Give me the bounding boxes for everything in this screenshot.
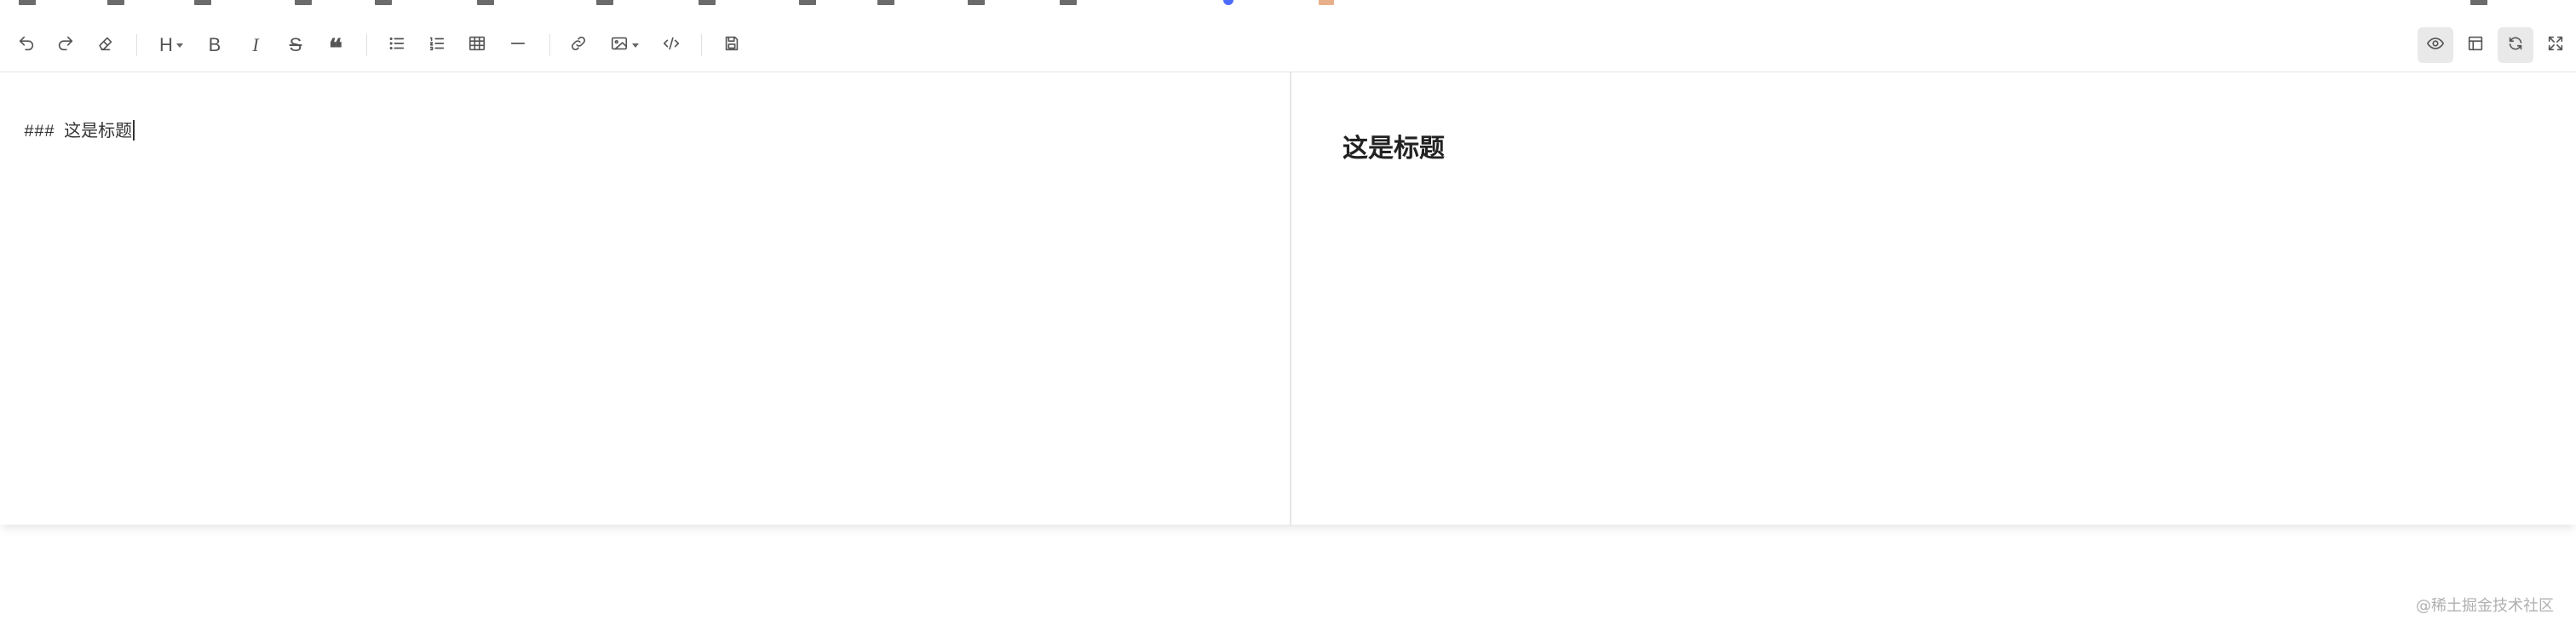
source-line[interactable]: ### 这是标题 bbox=[24, 117, 135, 142]
undo-button[interactable] bbox=[9, 27, 44, 63]
strikethrough-icon: S bbox=[289, 34, 302, 55]
unordered-list-icon bbox=[388, 34, 406, 57]
quote-button[interactable]: ❝ bbox=[318, 27, 354, 63]
heading-button[interactable]: H bbox=[152, 27, 191, 63]
quote-icon: ❝ bbox=[328, 35, 343, 63]
bold-button[interactable]: B bbox=[197, 27, 233, 63]
markdown-editor: H B I S ❝ ### 这是标题 这是标题 bbox=[0, 19, 2576, 525]
redo-icon bbox=[56, 34, 75, 57]
sync-scroll-icon bbox=[2506, 34, 2525, 57]
fullscreen-button[interactable] bbox=[2538, 27, 2573, 63]
toolbar-separator bbox=[366, 34, 367, 56]
sync-scroll-button[interactable] bbox=[2498, 27, 2533, 63]
heading-icon: H bbox=[159, 34, 173, 55]
fullscreen-icon bbox=[2546, 34, 2565, 57]
editor-toolbar: H B I S ❝ bbox=[0, 19, 2576, 72]
link-button[interactable] bbox=[561, 27, 596, 63]
ordered-list-icon bbox=[428, 34, 446, 57]
source-text: 这是标题 bbox=[64, 122, 133, 141]
undo-icon bbox=[17, 34, 36, 57]
horizontal-rule-button[interactable] bbox=[500, 27, 536, 63]
bold-icon: B bbox=[208, 34, 221, 55]
text-cursor bbox=[133, 120, 135, 141]
save-icon bbox=[722, 34, 741, 57]
chevron-down-icon bbox=[175, 43, 183, 48]
clear-format-button[interactable] bbox=[88, 27, 124, 63]
toolbar-separator bbox=[136, 34, 137, 56]
eye-icon bbox=[2426, 34, 2445, 57]
markdown-source-pane[interactable]: ### 这是标题 bbox=[0, 72, 1290, 525]
ordered-list-button[interactable] bbox=[419, 27, 455, 63]
unordered-list-button[interactable] bbox=[379, 27, 415, 63]
toolbar-separator bbox=[549, 34, 550, 56]
layout-icon bbox=[2466, 34, 2485, 57]
toolbar-separator bbox=[701, 34, 702, 56]
chevron-down-icon bbox=[632, 43, 639, 48]
image-icon bbox=[610, 34, 629, 57]
table-button[interactable] bbox=[459, 27, 495, 63]
italic-icon: I bbox=[252, 34, 259, 55]
table-icon bbox=[468, 34, 486, 57]
strikethrough-button[interactable]: S bbox=[278, 27, 313, 63]
markdown-preview-pane: 这是标题 bbox=[1291, 72, 2576, 525]
preview-heading: 这是标题 bbox=[1343, 135, 1445, 163]
horizontal-rule-icon bbox=[509, 34, 527, 57]
code-button[interactable] bbox=[653, 27, 689, 63]
link-icon bbox=[569, 34, 588, 57]
redo-button[interactable] bbox=[48, 27, 83, 63]
save-button[interactable] bbox=[714, 27, 750, 63]
previous-page-strip bbox=[0, 0, 2576, 20]
heading-marker: ### bbox=[24, 123, 55, 142]
code-icon bbox=[662, 34, 681, 57]
html-preview-button[interactable] bbox=[2458, 27, 2493, 63]
italic-button[interactable]: I bbox=[238, 27, 273, 63]
watermark: @稀土掘金技术社区 bbox=[2416, 597, 2554, 615]
preview-toggle-button[interactable] bbox=[2418, 27, 2453, 63]
image-button[interactable] bbox=[603, 27, 646, 63]
eraser-icon bbox=[96, 34, 115, 57]
